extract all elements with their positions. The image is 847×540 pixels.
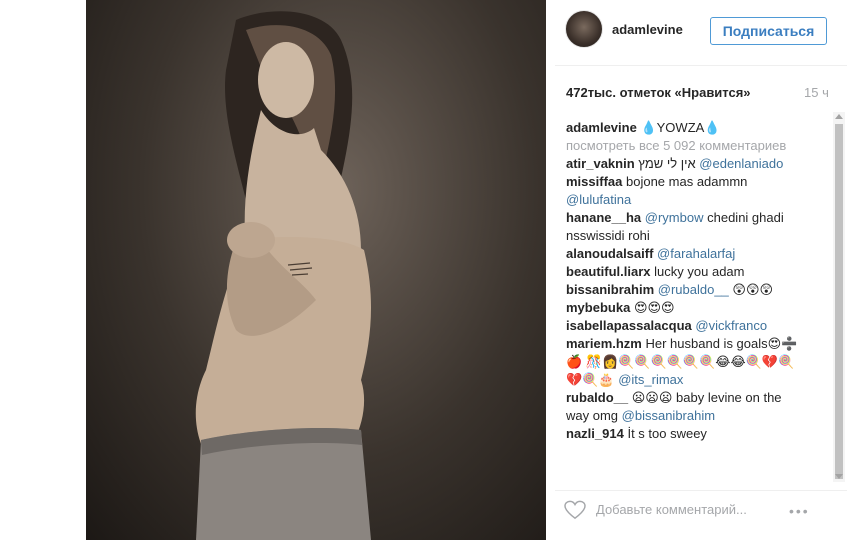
comment-username[interactable]: missiffaa <box>566 174 622 189</box>
comment-username[interactable]: atir_vaknin <box>566 156 635 171</box>
comment-mention[interactable]: @lulufatina <box>566 192 631 207</box>
post-timestamp[interactable]: 15 ч <box>804 85 829 100</box>
comment-item: mybebuka 😍😍😍 <box>566 299 806 317</box>
comment-username[interactable]: mybebuka <box>566 300 630 315</box>
post-author-username[interactable]: adamlevine <box>612 22 683 37</box>
comment-item: missiffaa bojone mas adammn @lulufatina <box>566 173 806 209</box>
comment-username[interactable]: alanoudalsaiff <box>566 246 653 261</box>
header-divider <box>555 65 847 66</box>
comment-text: 😲😲😲 <box>732 282 774 297</box>
comment-item: alanoudalsaiff @farahalarfaj <box>566 245 806 263</box>
comment-text: lucky you adam <box>654 264 745 279</box>
comment-username[interactable]: bissanibrahim <box>566 282 654 297</box>
comment-item: nazli_914 İt s too sweey <box>566 425 806 443</box>
follow-button[interactable]: Подписаться <box>710 17 827 45</box>
comment-username[interactable]: nazli_914 <box>566 426 624 441</box>
more-options-icon[interactable]: ••• <box>789 503 810 519</box>
comments-list: adamlevine 💧YOWZA💧 посмотреть все 5 092 … <box>566 119 806 443</box>
comment-username[interactable]: isabellapassalacqua <box>566 318 692 333</box>
view-all-comments-link[interactable]: посмотреть все 5 092 комментариев <box>566 137 806 155</box>
scrollbar-thumb[interactable] <box>835 124 843 479</box>
comment-mention[interactable]: @edenlaniado <box>699 156 783 171</box>
photo-artwork <box>195 11 372 540</box>
comment-item: mariem.hzm Her husband is goals😍➗🍎 🎊👩🍭🍭🍭… <box>566 335 806 389</box>
comment-username[interactable]: beautiful.liarx <box>566 264 651 279</box>
comment-mention[interactable]: @rubaldo__ <box>658 282 729 297</box>
comment-mention[interactable]: @rymbow <box>645 210 704 225</box>
profile-avatar[interactable] <box>565 10 603 48</box>
likes-count[interactable]: 472тыс. отметок «Нравится» <box>566 85 751 100</box>
comment-mention[interactable]: @farahalarfaj <box>657 246 735 261</box>
add-comment-input[interactable]: Добавьте комментарий... <box>596 502 747 517</box>
comment-username[interactable]: adamlevine <box>566 120 637 135</box>
comment-text: İt s too sweey <box>627 426 707 441</box>
comment-item: atir_vaknin אין לי שמץ @edenlaniado <box>566 155 806 173</box>
comment-username[interactable]: hanane__ha <box>566 210 641 225</box>
comment-text: 💧YOWZA💧 <box>640 120 721 135</box>
comment-mention[interactable]: @bissanibrahim <box>622 408 715 423</box>
comment-item: isabellapassalacqua @vickfranco <box>566 317 806 335</box>
caption: adamlevine 💧YOWZA💧 <box>566 119 806 137</box>
comment-item: rubaldo__ 😦😦😦 baby levine on the way omg… <box>566 389 806 425</box>
comment-item: hanane__ha @rymbow chedini ghadi nsswiss… <box>566 209 806 245</box>
comment-text: bojone mas adammn <box>626 174 748 189</box>
comment-username[interactable]: rubaldo__ <box>566 390 628 405</box>
comment-item: beautiful.liarx lucky you adam <box>566 263 806 281</box>
comment-text: 😍😍😍 <box>633 300 675 315</box>
comment-text: אין לי שמץ <box>638 156 696 171</box>
heart-outline-icon[interactable] <box>564 500 586 520</box>
post-header: adamlevine Подписаться <box>546 0 847 62</box>
scroll-up-arrow-icon[interactable] <box>835 114 843 119</box>
comment-username[interactable]: mariem.hzm <box>566 336 642 351</box>
comment-mention[interactable]: @vickfranco <box>695 318 767 333</box>
comment-item: bissanibrahim @rubaldo__ 😲😲😲 <box>566 281 806 299</box>
scroll-down-arrow-icon[interactable] <box>835 474 843 479</box>
footer-divider <box>555 490 847 491</box>
comment-mention[interactable]: @its_rimax <box>618 372 683 387</box>
post-photo[interactable] <box>86 0 546 540</box>
